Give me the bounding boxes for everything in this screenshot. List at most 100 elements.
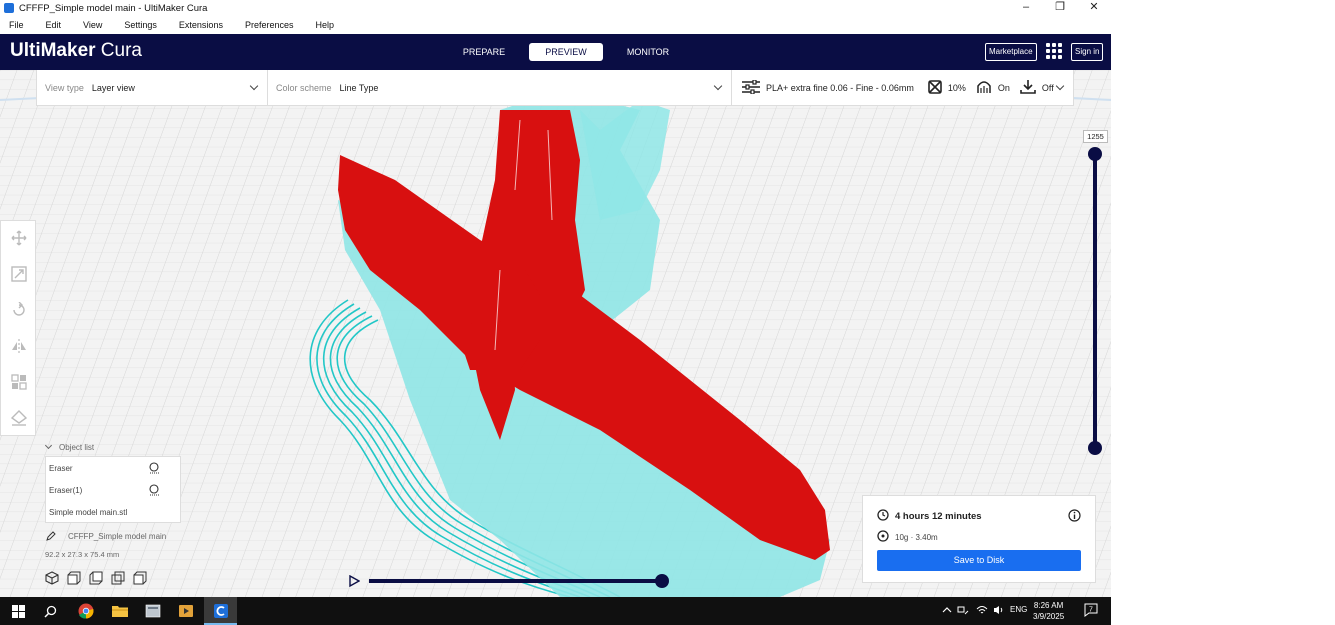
- menu-file[interactable]: File: [9, 20, 24, 30]
- right-view-icon[interactable]: [133, 571, 147, 588]
- left-view-icon[interactable]: [111, 571, 125, 588]
- menu-help[interactable]: Help: [315, 20, 334, 30]
- scale-tool[interactable]: [1, 257, 37, 293]
- object-list: Eraser Eraser(1) Simple model main.stl: [45, 456, 181, 523]
- chevron-down-icon: [44, 441, 53, 450]
- per-model-settings-icon: [11, 373, 27, 393]
- top-view-icon[interactable]: [89, 571, 103, 588]
- windows-taskbar: ENG 8:26 AM 3/9/2025 7: [0, 597, 1111, 625]
- object-name: Simple model main.stl: [49, 507, 128, 517]
- list-item[interactable]: Simple model main.stl: [46, 501, 180, 523]
- material-usage: 10g · 3.40m: [895, 532, 938, 542]
- play-icon[interactable]: [348, 574, 361, 590]
- cura-window: CFFFP_Simple model main - UltiMaker Cura…: [0, 0, 1111, 625]
- marketplace-button[interactable]: Marketplace: [985, 43, 1037, 61]
- print-info-panel: 4 hours 12 minutes 10g · 3.40m Save to D…: [862, 495, 1096, 583]
- chrome-icon[interactable]: [76, 601, 96, 621]
- clock-time: 8:26 AM: [1033, 601, 1064, 610]
- menu-extensions[interactable]: Extensions: [179, 20, 223, 30]
- sliders-icon: [742, 78, 760, 96]
- rotate-tool[interactable]: [1, 293, 37, 329]
- tab-preview[interactable]: PREVIEW: [529, 43, 603, 61]
- window-title: CFFFP_Simple model main - UltiMaker Cura: [19, 2, 208, 14]
- clock-icon: [877, 509, 889, 524]
- restore-button[interactable]: ❐: [1043, 0, 1077, 16]
- file-explorer-icon[interactable]: [110, 601, 130, 621]
- material-row: 10g · 3.40m: [877, 530, 938, 544]
- path-slider-track[interactable]: [369, 579, 662, 583]
- search-icon[interactable]: [40, 601, 60, 621]
- tool-panel: [0, 220, 36, 436]
- profile-name: PLA+ extra fine 0.06 - Fine - 0.06mm: [766, 82, 914, 93]
- view-toolbar: View type Layer view Color scheme Line T…: [36, 70, 1074, 106]
- print-time-row: 4 hours 12 minutes: [877, 509, 982, 524]
- ultimaker-cura-logo: UltiMaker Cura: [10, 40, 142, 61]
- language-indicator[interactable]: ENG: [1010, 605, 1027, 614]
- menu-preferences[interactable]: Preferences: [245, 20, 294, 30]
- apps-grid-icon[interactable]: [1046, 43, 1062, 59]
- object-list-toggle[interactable]: Object list: [44, 441, 95, 452]
- media-player-icon[interactable]: [176, 601, 196, 621]
- menu-edit[interactable]: Edit: [46, 20, 62, 30]
- title-bar: CFFFP_Simple model main - UltiMaker Cura…: [0, 0, 1111, 16]
- edit-pencil-icon[interactable]: [46, 531, 56, 544]
- window-controls: – ❐ ✕: [1009, 0, 1111, 16]
- object-name: Eraser(1): [49, 485, 83, 495]
- mirror-icon: [11, 338, 27, 357]
- tab-prepare[interactable]: PREPARE: [447, 43, 521, 61]
- menu-view[interactable]: View: [83, 20, 102, 30]
- app-window-icon[interactable]: [143, 601, 163, 621]
- menu-bar: File Edit View Settings Extensions Prefe…: [0, 16, 1111, 34]
- move-icon: [11, 230, 27, 249]
- path-slider-handle[interactable]: [655, 574, 669, 588]
- volume-icon[interactable]: [993, 605, 1005, 617]
- system-clock[interactable]: 8:26 AM 3/9/2025: [1033, 600, 1064, 622]
- sign-in-button[interactable]: Sign in: [1071, 43, 1104, 61]
- color-scheme-dropdown[interactable]: Color scheme Line Type: [268, 70, 732, 105]
- chevron-down-icon: [1055, 81, 1065, 91]
- tab-monitor[interactable]: MONITOR: [611, 43, 685, 61]
- object-name: Eraser: [49, 463, 73, 473]
- minimize-button[interactable]: –: [1009, 0, 1043, 16]
- mirror-tool[interactable]: [1, 329, 37, 365]
- infill-icon: [928, 79, 942, 96]
- wifi-icon[interactable]: [976, 605, 988, 617]
- support-blocker-icon: [10, 409, 28, 429]
- per-model-settings-tool[interactable]: [1, 365, 37, 401]
- print-settings-button[interactable]: PLA+ extra fine 0.06 - Fine - 0.06mm 10%…: [732, 70, 1073, 105]
- 3d-view-icon[interactable]: [45, 571, 59, 588]
- chevron-up-icon[interactable]: [942, 605, 952, 617]
- layer-number-input[interactable]: 1255: [1083, 130, 1108, 143]
- infill-value: 10%: [947, 82, 966, 93]
- chevron-down-icon: [713, 81, 723, 91]
- print-time: 4 hours 12 minutes: [895, 511, 982, 522]
- cura-app-icon: [4, 3, 14, 13]
- support-blocker-tool[interactable]: [1, 401, 37, 437]
- list-item[interactable]: Eraser(1): [46, 479, 180, 501]
- close-button[interactable]: ✕: [1077, 0, 1111, 16]
- color-scheme-value: Line Type: [339, 82, 379, 93]
- layer-slider-track[interactable]: [1093, 154, 1097, 448]
- extruder-icon: [148, 483, 162, 499]
- adhesion-icon: [1020, 79, 1036, 96]
- network-icon[interactable]: [957, 605, 969, 617]
- svg-text:7: 7: [1089, 607, 1093, 614]
- layer-slider-upper-handle[interactable]: [1088, 147, 1102, 161]
- view-type-dropdown[interactable]: View type Layer view: [37, 70, 268, 105]
- adhesion-value: Off: [1041, 82, 1054, 93]
- info-icon[interactable]: [1068, 509, 1081, 525]
- front-view-icon[interactable]: [67, 571, 81, 588]
- object-dimensions: 92.2 x 27.3 x 75.4 mm: [45, 550, 120, 559]
- current-object-name[interactable]: CFFFP_Simple model main: [68, 532, 166, 541]
- cura-taskbar-icon: [211, 601, 231, 621]
- list-item[interactable]: Eraser: [46, 457, 180, 479]
- object-list-title: Object list: [59, 443, 95, 452]
- stage-tabs: PREPARE PREVIEW MONITOR: [447, 43, 693, 61]
- move-tool[interactable]: [1, 221, 37, 257]
- menu-settings[interactable]: Settings: [124, 20, 157, 30]
- layer-slider-lower-handle[interactable]: [1088, 441, 1102, 455]
- notifications-icon[interactable]: 7: [1084, 603, 1098, 619]
- save-to-disk-button[interactable]: Save to Disk: [877, 550, 1081, 571]
- camera-view-buttons: [45, 571, 155, 588]
- windows-start-icon[interactable]: [8, 601, 28, 621]
